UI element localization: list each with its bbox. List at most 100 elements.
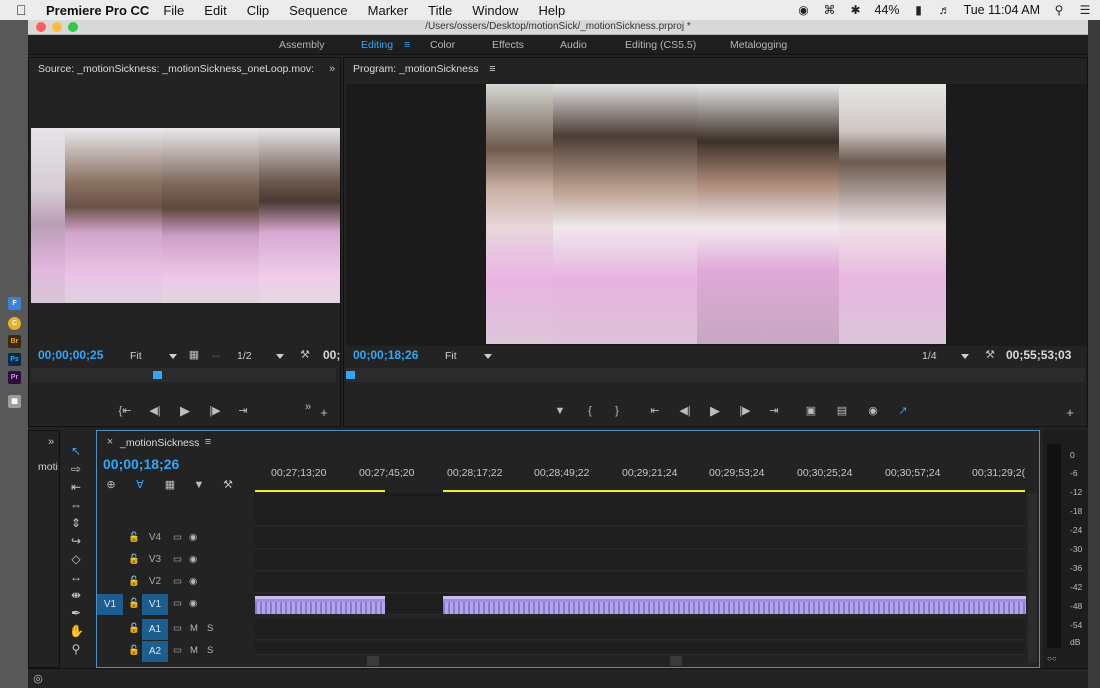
source-monitor-title[interactable]: Source: _motionSickness: _motionSickness…: [29, 58, 340, 80]
track-lane[interactable]: [255, 641, 1025, 655]
ripple-trim-tool-icon[interactable]: ↪: [69, 534, 83, 548]
settings-wrench-icon[interactable]: ⚒: [220, 478, 236, 492]
track-lane[interactable]: [255, 619, 1025, 640]
menu-help[interactable]: Help: [538, 3, 565, 18]
panel-overflow-icon[interactable]: »: [324, 62, 340, 76]
lock-icon[interactable]: 🔓: [128, 598, 140, 609]
menu-sequence[interactable]: Sequence: [289, 3, 348, 18]
premiere-icon[interactable]: Pr: [8, 371, 21, 384]
menubar-clock[interactable]: Tue 11:04 AM: [964, 3, 1040, 17]
step-forward-icon[interactable]: |▶: [737, 404, 753, 418]
razor-tool-icon[interactable]: ◇: [69, 552, 83, 566]
program-monitor-title[interactable]: Program: _motionSickness ≡: [344, 58, 1087, 80]
timeline-vertical-scrollbar[interactable]: [1028, 493, 1037, 663]
photoshop-icon[interactable]: Ps: [8, 353, 21, 366]
toggle-sync-icon[interactable]: ▭: [173, 576, 182, 587]
go-to-out-icon[interactable]: ⇥: [766, 404, 782, 418]
step-forward-icon[interactable]: |▶: [207, 404, 223, 418]
eye-icon[interactable]: ◉: [189, 554, 197, 565]
eye-icon[interactable]: ◉: [189, 532, 197, 543]
program-zoom-select[interactable]: Fit: [445, 350, 457, 362]
more-controls-icon[interactable]: »: [300, 400, 316, 414]
source-zoom-select[interactable]: Fit: [130, 350, 142, 362]
source-playhead[interactable]: [153, 371, 162, 379]
program-resolution-select[interactable]: 1/4: [922, 350, 937, 362]
settings-wrench-icon[interactable]: ⚒: [982, 348, 998, 362]
track-lane[interactable]: [255, 572, 1025, 593]
sequence-tab[interactable]: _motionSickness: [120, 437, 199, 449]
settings-wrench-icon[interactable]: ⚒: [297, 348, 313, 362]
step-back-icon[interactable]: ◀|: [677, 404, 693, 418]
menu-clip[interactable]: Clip: [247, 3, 269, 18]
toggle-sync-icon[interactable]: ▭: [173, 645, 182, 656]
play-icon[interactable]: ▶: [707, 404, 723, 418]
workspace-audio[interactable]: Audio: [560, 39, 587, 51]
menu-marker[interactable]: Marker: [368, 3, 408, 18]
track-name[interactable]: A2: [142, 641, 168, 662]
snap-icon[interactable]: ∀: [132, 478, 148, 492]
toggle-sync-icon[interactable]: ▭: [173, 554, 182, 565]
add-button-icon[interactable]: +: [1062, 406, 1078, 420]
export-frame-camera-icon[interactable]: ◉: [865, 404, 881, 418]
close-tab-icon[interactable]: ×: [102, 435, 118, 449]
workspace-metalogging[interactable]: Metalogging: [730, 39, 787, 51]
pen-tool-icon[interactable]: ✒: [69, 606, 83, 620]
mute-button[interactable]: M: [190, 645, 198, 656]
apple-icon[interactable]: : [16, 2, 32, 18]
mark-in-icon[interactable]: {⇤: [117, 404, 133, 418]
track-name[interactable]: V4: [142, 532, 168, 543]
lock-icon[interactable]: 🔓: [128, 623, 140, 634]
selection-tool-icon[interactable]: ↖: [69, 444, 83, 458]
track-name[interactable]: A1: [142, 619, 168, 640]
workspace-editing-cs55[interactable]: Editing (CS5.5): [625, 39, 696, 51]
creative-cloud-icon[interactable]: ◉: [797, 3, 811, 17]
video-clip[interactable]: [443, 596, 1026, 614]
solo-button[interactable]: S: [207, 645, 213, 656]
bridge-icon[interactable]: Br: [8, 335, 21, 348]
rate-stretch-tool-icon[interactable]: ⇕: [69, 516, 83, 530]
drag-audio-icon[interactable]: ↔: [208, 348, 224, 362]
notification-center-icon[interactable]: ☰: [1078, 3, 1092, 17]
timeline-timecode[interactable]: 00;00;18;26: [103, 456, 179, 472]
render-status-icon[interactable]: ◎: [30, 672, 46, 686]
slip-tool-icon[interactable]: ↔: [69, 570, 83, 584]
add-marker-icon[interactable]: ▼: [191, 478, 207, 492]
program-time-ruler[interactable]: [346, 368, 1085, 382]
toggle-sync-icon[interactable]: ▭: [173, 598, 182, 609]
panel-menu-icon[interactable]: ≡: [489, 63, 495, 75]
eye-icon[interactable]: ◉: [189, 598, 197, 609]
menu-file[interactable]: File: [163, 3, 184, 18]
program-timecode[interactable]: 00;00;18;26: [353, 348, 418, 362]
toggle-sync-icon[interactable]: ▭: [173, 623, 182, 634]
track-lane[interactable]: [255, 594, 1026, 615]
source-time-ruler[interactable]: [31, 368, 336, 382]
step-back-icon[interactable]: ◀|: [147, 404, 163, 418]
menu-title[interactable]: Title: [428, 3, 452, 18]
timeline-scrollbar-handle[interactable]: [670, 656, 682, 666]
linked-selection-icon[interactable]: ▦: [162, 478, 178, 492]
add-button-icon[interactable]: +: [316, 406, 332, 420]
track-select-tool-icon[interactable]: ⇨: [69, 462, 83, 476]
spotlight-search-icon[interactable]: ⚲: [1052, 3, 1066, 17]
lock-icon[interactable]: 🔓: [128, 576, 140, 587]
source-patch-v1[interactable]: V1: [97, 594, 123, 615]
workspace-menu-icon[interactable]: ≡: [404, 39, 410, 51]
track-name[interactable]: V2: [142, 576, 168, 587]
track-name[interactable]: V3: [142, 554, 168, 565]
app-menu[interactable]: Premiere Pro CC: [46, 3, 149, 18]
add-marker-icon[interactable]: ▼: [552, 404, 568, 418]
rolling-edit-tool-icon[interactable]: ⇔: [69, 498, 83, 512]
workspace-assembly[interactable]: Assembly: [279, 39, 325, 51]
workspace-effects[interactable]: Effects: [492, 39, 524, 51]
solo-button[interactable]: S: [207, 623, 213, 634]
timeline-scrollbar-handle[interactable]: [367, 656, 379, 666]
finder-icon[interactable]: F: [8, 297, 21, 310]
workspace-editing[interactable]: Editing: [361, 39, 393, 51]
video-clip[interactable]: [255, 596, 385, 614]
work-area-bar[interactable]: [443, 490, 1025, 492]
mark-out-icon[interactable]: }: [609, 404, 625, 418]
drag-video-icon[interactable]: ▦: [186, 348, 202, 362]
bluetooth-icon[interactable]: ✱: [849, 3, 863, 17]
play-icon[interactable]: ▶: [177, 404, 193, 418]
menu-edit[interactable]: Edit: [204, 3, 226, 18]
